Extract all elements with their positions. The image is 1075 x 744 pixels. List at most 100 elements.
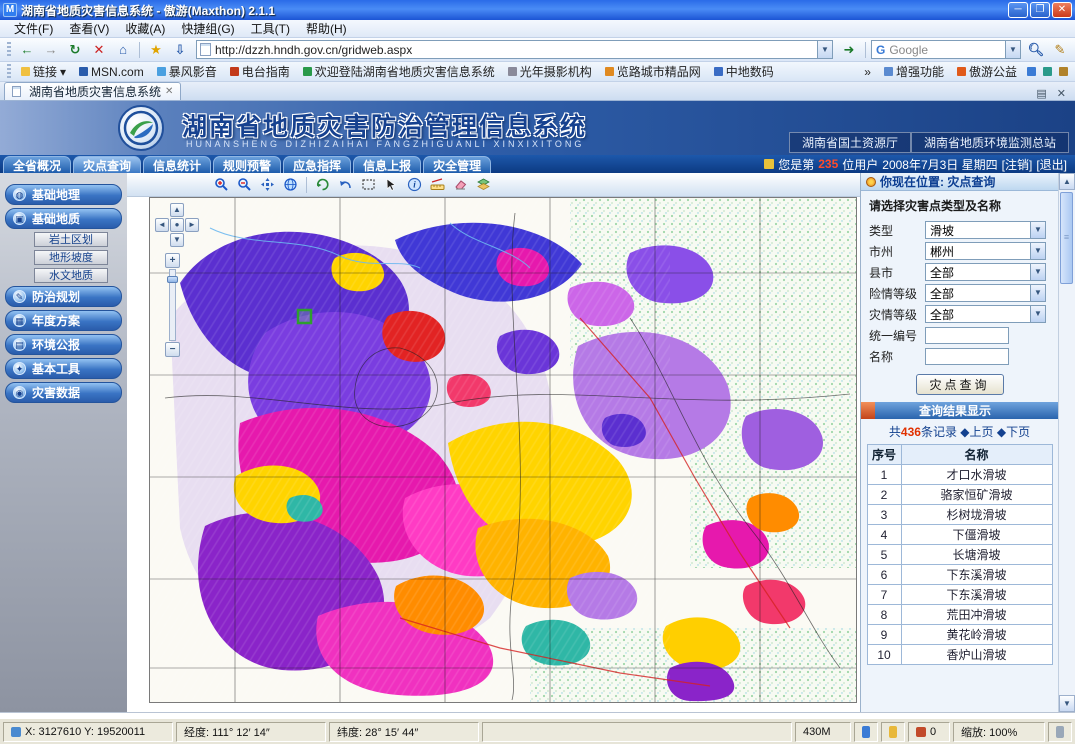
next-page-link[interactable]: ◆下页 xyxy=(997,425,1030,439)
pan-down-icon[interactable]: ▼ xyxy=(170,233,184,247)
highlight-icon[interactable]: ✎ xyxy=(1049,40,1071,60)
county-select[interactable]: 全部 ▼ xyxy=(925,263,1046,281)
chevron-down-icon[interactable]: ▼ xyxy=(1030,264,1045,280)
stop-icon[interactable]: ✕ xyxy=(88,40,110,60)
address-input[interactable] xyxy=(215,43,817,57)
table-row[interactable]: 6下东溪滑坡 xyxy=(867,565,1052,585)
sidebar-item-base-geology[interactable]: ▣ 基础地质 xyxy=(5,208,122,229)
chevron-down-icon[interactable]: ▼ xyxy=(1030,243,1045,259)
search-box[interactable]: G Google ▼ xyxy=(871,40,1021,59)
forward-icon[interactable]: → xyxy=(40,40,62,60)
chevron-down-icon[interactable]: ▼ xyxy=(1030,222,1045,238)
zoom-in-icon[interactable] xyxy=(211,175,232,195)
nav-tab-warning[interactable]: 规则预警 xyxy=(213,156,281,173)
go-icon[interactable]: ➜ xyxy=(838,40,860,60)
disaster-level-select[interactable]: 全部 ▼ xyxy=(925,305,1046,323)
nav-tab-overview[interactable]: 全省概况 xyxy=(3,156,71,173)
select-rectangle-icon[interactable] xyxy=(358,175,379,195)
slider-zoom-out-icon[interactable]: − xyxy=(165,342,180,357)
zoom-slider-thumb[interactable] xyxy=(167,276,178,283)
map-canvas[interactable]: ▲ ◄ ● ► ▼ + − xyxy=(149,197,857,703)
downloads-icon[interactable]: ⇩ xyxy=(169,40,191,60)
nav-tab-statistics[interactable]: 信息统计 xyxy=(143,156,211,173)
menu-groups[interactable]: 快捷组(G) xyxy=(173,20,242,37)
link-photo[interactable]: 光年摄影机构 xyxy=(502,63,598,80)
sidebar-item-environment-bulletin[interactable]: ▤ 环境公报 xyxy=(5,334,122,355)
chevron-down-icon[interactable]: ▼ xyxy=(1030,306,1045,322)
skin-icon[interactable] xyxy=(1043,67,1052,76)
menu-view[interactable]: 查看(V) xyxy=(61,20,117,37)
sidebar-subitem-rock-zoning[interactable]: 岩土区划 xyxy=(34,232,108,247)
full-extent-icon[interactable] xyxy=(280,175,301,195)
linksbar-grip[interactable] xyxy=(7,64,11,80)
close-button[interactable]: ✕ xyxy=(1052,2,1072,18)
eraser-icon[interactable] xyxy=(450,175,471,195)
back-icon[interactable]: ← xyxy=(16,40,38,60)
maximize-button[interactable]: ❐ xyxy=(1030,2,1050,18)
query-button[interactable]: 灾点查询 xyxy=(916,374,1004,395)
scrollbar-thumb[interactable] xyxy=(1060,192,1073,284)
links-overflow[interactable]: » xyxy=(858,65,877,79)
refresh-icon[interactable]: ↻ xyxy=(64,40,86,60)
previous-view-icon[interactable] xyxy=(335,175,356,195)
link-baofeng[interactable]: 暴风影音 xyxy=(151,63,223,80)
name-input[interactable] xyxy=(925,348,1009,365)
logout-link[interactable]: [注销] xyxy=(1002,156,1033,173)
link-zhongdi[interactable]: 中地数码 xyxy=(708,63,780,80)
scrollbar-track[interactable] xyxy=(1059,190,1075,695)
table-row[interactable]: 5长塘滑坡 xyxy=(867,545,1052,565)
link-radio[interactable]: 电台指南 xyxy=(224,63,296,80)
table-row[interactable]: 1才口水滑坡 xyxy=(867,465,1052,485)
link-city[interactable]: 览路城市精品网 xyxy=(599,63,707,80)
link-plugins[interactable]: 增强功能 xyxy=(878,63,950,80)
tab-close-icon[interactable]: ✕ xyxy=(165,86,173,97)
sidebar-item-base-geography[interactable]: ◍ 基础地理 xyxy=(5,184,122,205)
nav-tab-report[interactable]: 信息上报 xyxy=(353,156,421,173)
table-row[interactable]: 9黄花岭滑坡 xyxy=(867,625,1052,645)
nav-tab-management[interactable]: 灾全管理 xyxy=(423,156,491,173)
menu-help[interactable]: 帮助(H) xyxy=(298,20,355,37)
legend-icon[interactable] xyxy=(473,175,494,195)
sidebar-subitem-slope[interactable]: 地形坡度 xyxy=(34,250,108,265)
slider-zoom-in-icon[interactable]: + xyxy=(165,253,180,268)
city-select[interactable]: 郴州 ▼ xyxy=(925,242,1046,260)
table-row[interactable]: 3杉树垅滑坡 xyxy=(867,505,1052,525)
home-icon[interactable]: ⌂ xyxy=(112,40,134,60)
sidebar-item-disaster-data[interactable]: ◉ 灾害数据 xyxy=(5,382,122,403)
pan-right-icon[interactable]: ► xyxy=(185,218,199,232)
minimize-button[interactable]: ─ xyxy=(1008,2,1028,18)
link-welcome[interactable]: 欢迎登陆湖南省地质灾害信息系统 xyxy=(297,63,501,80)
pan-up-icon[interactable]: ▲ xyxy=(170,203,184,217)
scroll-down-icon[interactable]: ▼ xyxy=(1059,695,1075,712)
feedback-icon[interactable] xyxy=(1059,67,1068,76)
table-row[interactable]: 7下东溪滑坡 xyxy=(867,585,1052,605)
links-folder[interactable]: 链接▾ xyxy=(15,63,72,80)
account-icon[interactable] xyxy=(1027,67,1036,76)
chevron-down-icon[interactable]: ▼ xyxy=(1030,285,1045,301)
table-row[interactable]: 2骆家恒矿滑坡 xyxy=(867,485,1052,505)
link-msn[interactable]: MSN.com xyxy=(73,65,150,79)
refresh-map-icon[interactable] xyxy=(312,175,333,195)
menu-file[interactable]: 文件(F) xyxy=(6,20,61,37)
table-row[interactable]: 8荒田冲滑坡 xyxy=(867,605,1052,625)
search-icon[interactable]: 🔍︎ xyxy=(1025,40,1047,60)
tab-active[interactable]: 湖南省地质灾害信息系统 ✕ xyxy=(4,82,181,100)
menu-tools[interactable]: 工具(T) xyxy=(243,20,298,37)
link-charity[interactable]: 傲游公益 xyxy=(951,63,1023,80)
tab-list-icon[interactable]: ▤ xyxy=(1031,87,1051,100)
banner-link-monitoring-station[interactable]: 湖南省地质环境监测总站 xyxy=(911,132,1069,153)
identify-icon[interactable]: i xyxy=(404,175,425,195)
pan-left-icon[interactable]: ◄ xyxy=(155,218,169,232)
measure-icon[interactable] xyxy=(427,175,448,195)
sidebar-item-prevention-planning[interactable]: ✎ 防治规划 xyxy=(5,286,122,307)
toolbar-grip[interactable] xyxy=(7,42,11,58)
menu-favorites[interactable]: 收藏(A) xyxy=(117,20,173,37)
type-select[interactable]: 滑坡 ▼ xyxy=(925,221,1046,239)
sidebar-subitem-hydrogeology[interactable]: 水文地质 xyxy=(34,268,108,283)
nav-tab-disaster-query[interactable]: 灾点查询 xyxy=(73,156,141,173)
scroll-up-icon[interactable]: ▲ xyxy=(1059,173,1075,190)
zoom-cell[interactable]: 缩放: 100% xyxy=(953,722,1045,742)
pan-icon[interactable] xyxy=(257,175,278,195)
address-dropdown-icon[interactable]: ▼ xyxy=(817,41,832,58)
favorites-icon[interactable]: ★ xyxy=(145,40,167,60)
